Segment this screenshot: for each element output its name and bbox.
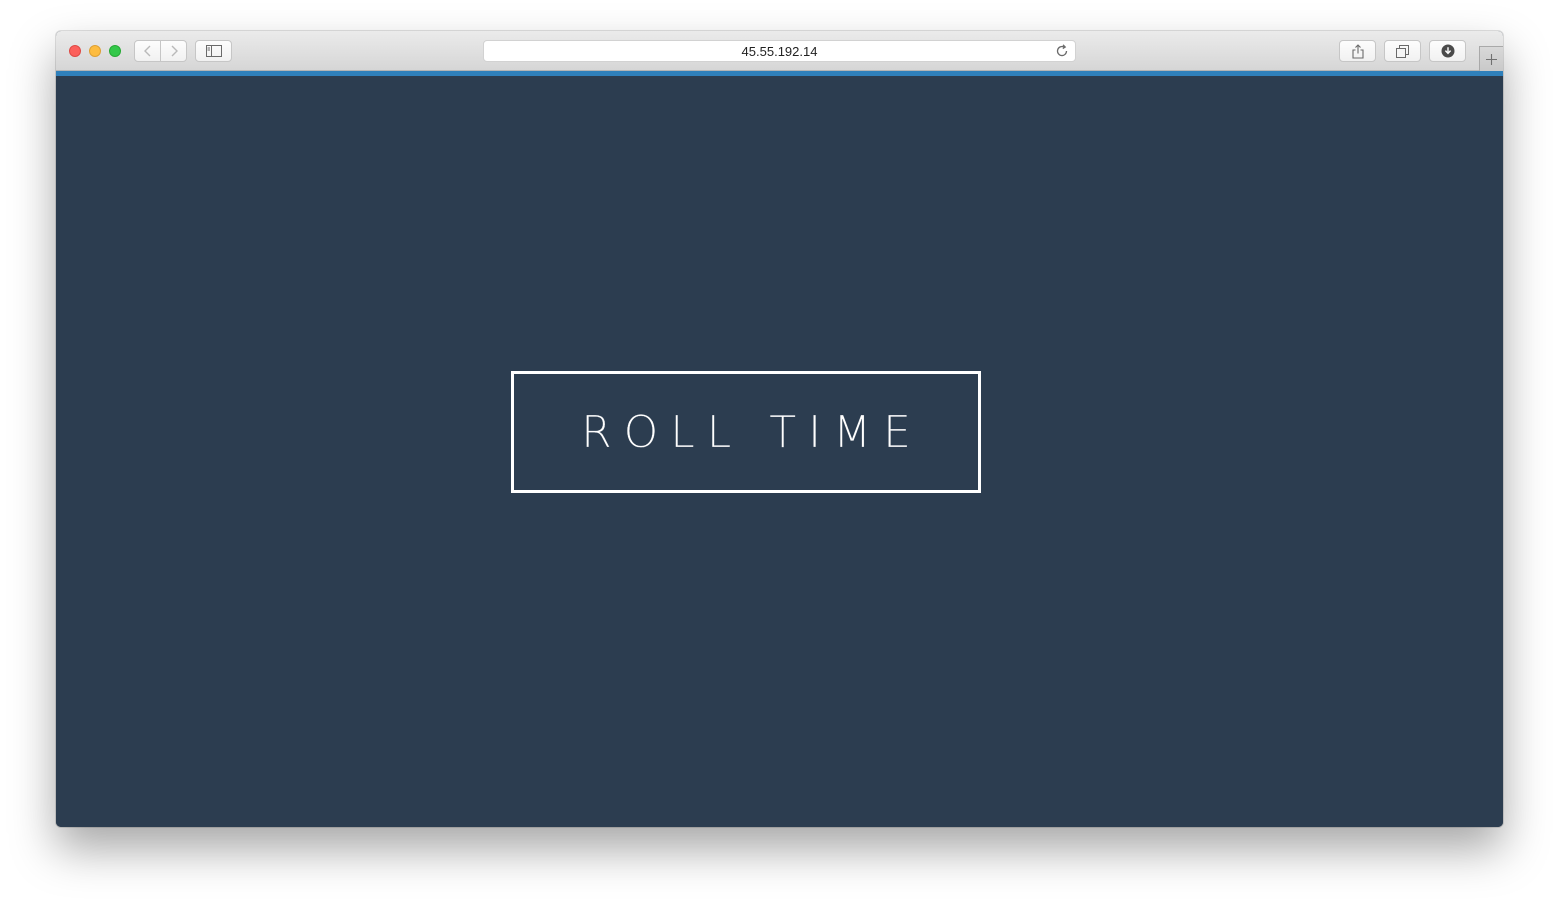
downloads-button[interactable] [1429,40,1466,62]
chevron-left-icon [143,45,150,57]
back-button[interactable] [134,40,161,62]
sidebar-toggle-button[interactable] [195,40,232,62]
share-button[interactable] [1339,40,1376,62]
share-icon [1351,43,1364,59]
window-maximize-button[interactable] [109,45,121,57]
address-text: 45.55.192.14 [741,44,818,59]
browser-toolbar: 45.55.192.14 [56,31,1503,71]
logo-text: ROLL TIME [581,406,923,458]
show-tabs-button[interactable] [1384,40,1421,62]
tabs-icon [1396,44,1409,58]
sidebar-icon [205,45,222,57]
window-minimize-button[interactable] [89,45,101,57]
browser-window: 45.55.192.14 ROLL TIME [56,31,1503,827]
address-bar[interactable]: 45.55.192.14 [483,40,1076,62]
window-close-button[interactable] [69,45,81,57]
page-content: ROLL TIME [56,76,1503,827]
logo-box[interactable]: ROLL TIME [511,371,981,493]
download-icon [1441,44,1454,58]
forward-button[interactable] [160,40,187,62]
plus-icon [1486,53,1497,65]
reload-icon[interactable] [1055,44,1069,58]
chevron-right-icon [171,45,178,57]
new-tab-button[interactable] [1479,46,1503,71]
